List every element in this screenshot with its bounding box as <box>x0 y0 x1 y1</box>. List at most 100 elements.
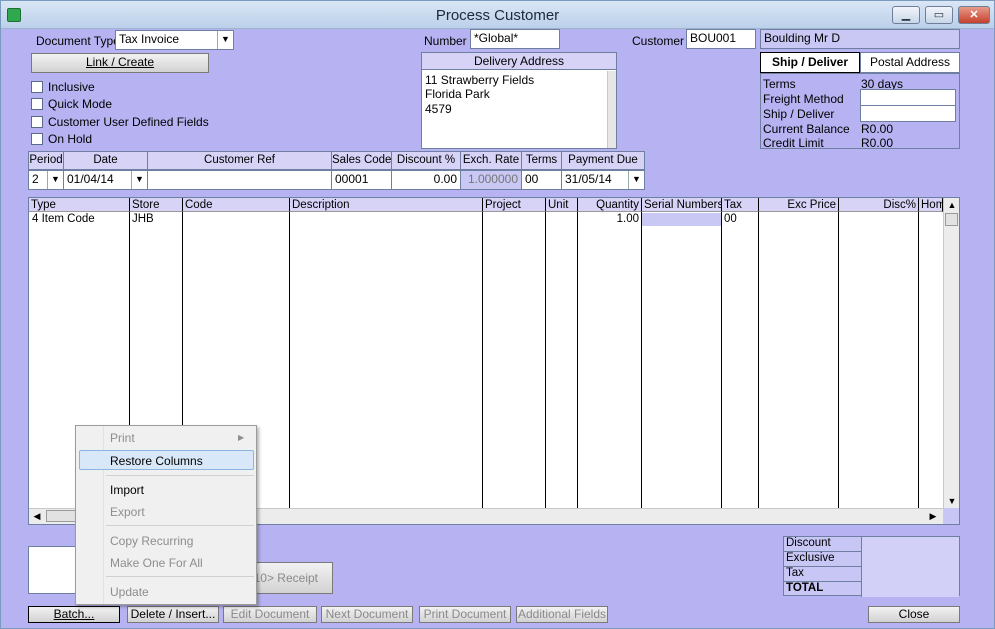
row-tax-cell[interactable]: 00 <box>724 213 737 225</box>
number-label: Number <box>424 34 467 48</box>
menu-item-print[interactable]: Print <box>110 431 135 445</box>
current-balance-value: R0.00 <box>861 122 894 136</box>
freight-method-input[interactable] <box>860 89 956 106</box>
menu-item-update[interactable]: Update <box>110 585 149 599</box>
exch-rate-header: Exch. Rate <box>460 151 522 170</box>
chevron-down-icon: ▼ <box>131 171 147 189</box>
window-title: Process Customer <box>435 7 560 24</box>
minimize-button[interactable]: ▁ <box>892 6 920 24</box>
column-header-hom[interactable]: Hom <box>919 198 943 212</box>
document-type-select[interactable]: Tax Invoice ▼ <box>115 30 234 50</box>
delivery-address-scrollbar[interactable] <box>607 71 616 148</box>
date-header: Date <box>63 151 148 170</box>
number-input[interactable]: *Global* <box>470 29 560 49</box>
period-select[interactable]: 2 ▼ <box>28 170 64 190</box>
row-type-cell[interactable]: 4 Item Code <box>32 213 95 225</box>
customer-user-defined-fields-label: Customer User Defined Fields <box>48 115 209 129</box>
period-value: 2 <box>32 172 39 186</box>
date-value: 01/04/14 <box>67 172 114 186</box>
menu-item-make-one-for-all[interactable]: Make One For All <box>110 556 203 570</box>
customer-ref-input[interactable] <box>147 170 332 190</box>
customer-ref-header: Customer Ref <box>147 151 332 170</box>
close-button[interactable]: Close <box>868 606 960 623</box>
quick-mode-checkbox[interactable] <box>31 98 43 110</box>
ship-deliver-input[interactable] <box>860 105 956 122</box>
menu-item-import[interactable]: Import <box>110 483 144 497</box>
grand-total-label: TOTAL <box>786 582 824 594</box>
edit-document-button[interactable]: Edit Document <box>223 606 317 623</box>
column-header-exc-price[interactable]: Exc Price <box>759 198 839 212</box>
discount-input[interactable]: 0.00 <box>391 170 461 190</box>
notes-box[interactable] <box>28 546 78 594</box>
delivery-address-line[interactable]: 4579 <box>425 102 452 116</box>
close-window-button[interactable]: ✕ <box>958 6 990 24</box>
serial-numbers-cell[interactable] <box>642 213 721 226</box>
customer-label: Customer <box>632 34 685 48</box>
print-document-button[interactable]: Print Document <box>419 606 511 623</box>
column-header-store[interactable]: Store <box>130 198 183 212</box>
chevron-down-icon: ▼ <box>217 31 233 49</box>
exclusive-total-row: Exclusive <box>784 552 959 567</box>
next-document-button[interactable]: Next Document <box>321 606 413 623</box>
inclusive-checkbox[interactable] <box>31 81 43 93</box>
scrollbar-corner <box>943 508 959 524</box>
menu-item-copy-recurring[interactable]: Copy Recurring <box>110 534 193 548</box>
delivery-address-line[interactable]: Florida Park <box>425 87 490 101</box>
scroll-up-icon[interactable]: ▲ <box>944 198 959 212</box>
column-divider <box>758 212 759 508</box>
exclusive-total-value <box>861 552 959 567</box>
tab-ship-deliver-label: Ship / Deliver <box>771 55 849 69</box>
date-picker[interactable]: 01/04/14 ▼ <box>63 170 148 190</box>
tax-total-value <box>861 567 959 582</box>
tab-ship-deliver[interactable]: Ship / Deliver <box>760 52 860 73</box>
column-header-tax[interactable]: Tax <box>722 198 759 212</box>
customer-user-defined-fields-checkbox[interactable] <box>31 116 43 128</box>
link-create-button[interactable]: Link / Create <box>31 53 209 73</box>
column-header-serial-numbers[interactable]: Serial Numbers <box>642 198 722 212</box>
column-header-project[interactable]: Project <box>483 198 546 212</box>
terms-input[interactable]: 00 <box>521 170 562 190</box>
column-header-type[interactable]: Type <box>29 198 130 212</box>
column-header-description[interactable]: Description <box>290 198 483 212</box>
payment-due-header: Payment Due <box>561 151 645 170</box>
column-header-code[interactable]: Code <box>183 198 290 212</box>
vertical-scrollbar[interactable]: ▲ ▼ <box>943 198 959 508</box>
edit-document-label: Edit Document <box>230 607 310 621</box>
sales-code-input[interactable]: 00001 <box>331 170 392 190</box>
scroll-thumb[interactable] <box>945 213 958 226</box>
on-hold-checkbox[interactable] <box>31 133 43 145</box>
document-type-value: Tax Invoice <box>119 32 180 46</box>
tab-postal-address[interactable]: Postal Address <box>860 52 960 73</box>
sales-code-header: Sales Code <box>331 151 392 170</box>
column-header-unit[interactable]: Unit <box>546 198 578 212</box>
next-document-label: Next Document <box>325 607 409 621</box>
additional-fields-label: Additional Fields <box>517 607 607 621</box>
additional-fields-button[interactable]: Additional Fields <box>516 606 608 623</box>
customer-code-input[interactable]: BOU001 <box>686 29 756 49</box>
payment-due-picker[interactable]: 31/05/14 ▼ <box>561 170 645 190</box>
batch-button[interactable]: Batch... <box>28 606 120 623</box>
scroll-down-icon[interactable]: ▼ <box>944 494 959 508</box>
exch-rate-field: 1.000000 <box>460 170 522 190</box>
discount-total-row: Discount <box>784 537 959 552</box>
scroll-left-icon[interactable]: ◀ <box>29 509 45 524</box>
terms-label: Terms <box>763 77 796 91</box>
delivery-address-title: Delivery Address <box>422 53 616 70</box>
maximize-icon: ▭ <box>933 9 945 21</box>
on-hold-label: On Hold <box>48 132 93 146</box>
menu-separator <box>106 525 254 526</box>
customer-name-field: Boulding Mr D <box>760 29 960 49</box>
current-balance-label: Current Balance <box>763 122 850 136</box>
menu-item-restore-columns[interactable]: Restore Columns <box>79 450 254 470</box>
menu-item-export[interactable]: Export <box>110 505 145 519</box>
column-header-disc[interactable]: Disc% <box>839 198 919 212</box>
delivery-address-line[interactable]: 11 Strawberry Fields <box>425 73 534 87</box>
row-quantity-cell[interactable]: 1.00 <box>580 213 639 225</box>
quick-mode-label: Quick Mode <box>48 97 113 111</box>
maximize-button[interactable]: ▭ <box>925 6 953 24</box>
delete-insert-button[interactable]: Delete / Insert... <box>127 606 219 623</box>
scroll-right-icon[interactable]: ▶ <box>925 509 941 524</box>
column-header-quantity[interactable]: Quantity <box>578 198 642 212</box>
batch-label: Batch... <box>53 607 95 621</box>
row-store-cell[interactable]: JHB <box>132 213 154 225</box>
